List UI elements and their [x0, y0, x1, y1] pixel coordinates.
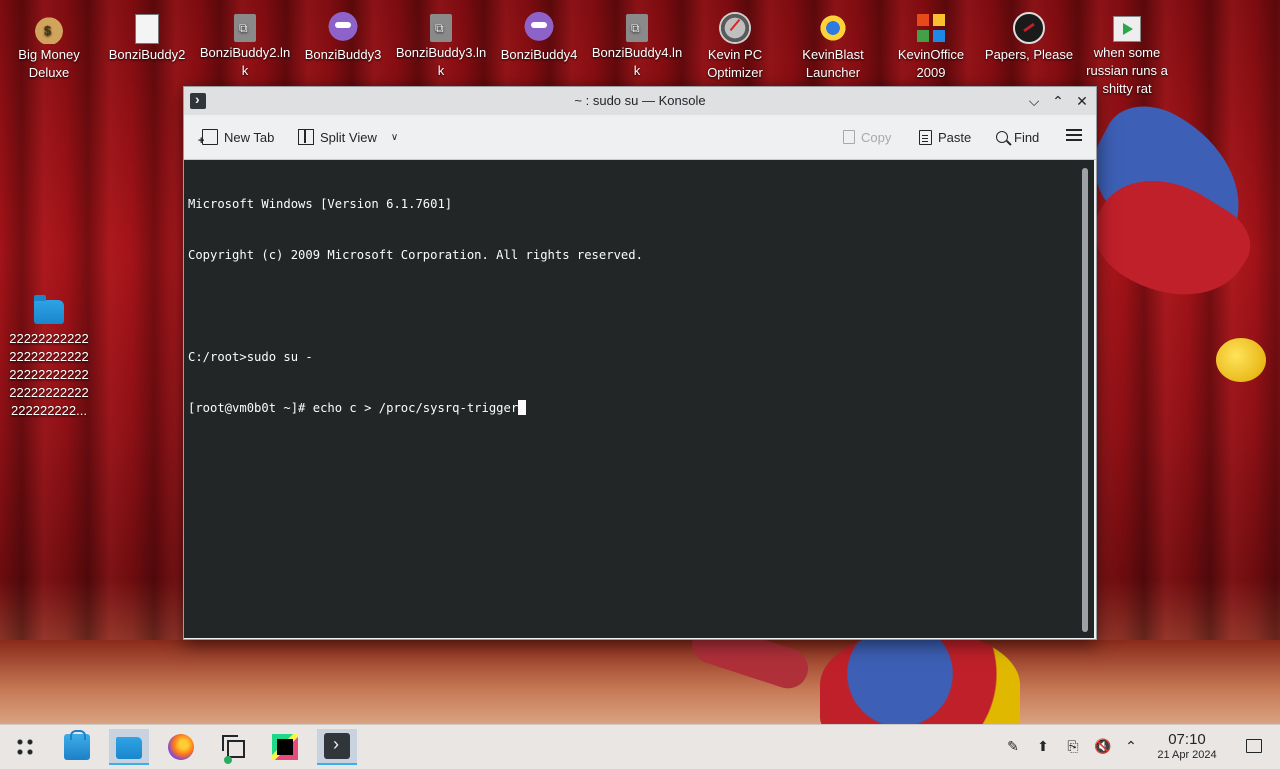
desktop-icon-russian-rat-video[interactable]: when some russian runs a shitty rat	[1079, 6, 1175, 98]
paste-icon	[919, 129, 932, 145]
shortcut-file-icon	[234, 14, 256, 42]
taskbar: ✎ ⬆ ⎘ 🔇 ⌃ 07:10 21 Apr 2024	[0, 724, 1280, 769]
desktop-icon-label: 22222222222 22222222222 22222222222 2222…	[9, 331, 89, 418]
copy-label: Copy	[861, 129, 892, 145]
application-launcher-button[interactable]	[5, 729, 45, 765]
terminal-prompt-line: [root@vm0b0t ~]# echo c > /proc/sysrq-tr…	[188, 400, 1094, 417]
bonzi-gorilla-icon	[523, 12, 555, 44]
taskbar-app-discover[interactable]	[57, 729, 97, 765]
store-icon	[64, 730, 90, 760]
scrollbar-thumb[interactable]	[1082, 168, 1088, 632]
taskbar-app-window-switcher[interactable]	[213, 729, 253, 765]
taskbar-app-pycharm[interactable]	[265, 729, 305, 765]
tray-pen-icon[interactable]: ✎	[1004, 737, 1022, 755]
tray-expand-icon[interactable]: ⌃	[1122, 737, 1140, 755]
maximize-button[interactable]: ⌃	[1048, 91, 1068, 111]
desktop-icon-bonzibuddy3-lnk[interactable]: BonziBuddy3.lnk	[393, 6, 489, 80]
desktop-icon-label: BonziBuddy3	[304, 47, 382, 62]
office-icon	[915, 12, 947, 44]
desktop-icon-kevin-pc-optimizer[interactable]: Kevin PC Optimizer	[687, 6, 783, 82]
launcher-icon	[12, 734, 38, 760]
pycharm-icon	[272, 734, 298, 760]
taskbar-app-dolphin[interactable]	[109, 729, 149, 765]
konsole-toolbar: New Tab Split View ∨ Copy Paste Find	[184, 115, 1096, 160]
chevron-down-icon: ⌵	[1028, 93, 1040, 109]
shortcut-file-icon	[626, 14, 648, 42]
taskbar-app-konsole[interactable]	[317, 729, 357, 765]
folder-icon	[116, 737, 142, 759]
desktop-icon-bonzibuddy4[interactable]: BonziBuddy4	[491, 6, 587, 64]
desktop-icon-label: Papers, Please	[984, 47, 1074, 62]
konsole-window[interactable]: ~ : sudo su — Konsole ⌵ ⌃ ✕ New Tab Spli…	[183, 86, 1097, 640]
desktop-icon-label: Big Money Deluxe	[18, 47, 80, 80]
window-titlebar[interactable]: ~ : sudo su — Konsole ⌵ ⌃ ✕	[184, 87, 1096, 115]
desktop-icon-bonzibuddy2-lnk[interactable]: BonziBuddy2.lnk	[197, 6, 293, 80]
shortcut-file-icon	[430, 14, 452, 42]
split-view-button[interactable]: Split View ∨	[298, 126, 398, 148]
minimize-button[interactable]: ⌵	[1024, 91, 1044, 111]
text-cursor	[518, 400, 527, 415]
terminal-line: C:/root>sudo su -	[188, 350, 313, 364]
desktop-icon-kevinblast-launcher[interactable]: KevinBlast Launcher	[785, 6, 881, 82]
search-icon	[996, 131, 1008, 143]
copy-icon	[843, 130, 855, 144]
find-button[interactable]: Find	[996, 126, 1039, 148]
video-file-icon	[1113, 16, 1141, 42]
desktop-folder-2222[interactable]: 22222222222 22222222222 22222222222 2222…	[1, 290, 97, 420]
window-title: ~ : sudo su — Konsole	[574, 93, 706, 108]
desktop-icon-label: KevinBlast Launcher	[802, 47, 864, 80]
show-desktop-icon[interactable]	[1246, 739, 1262, 753]
bonzi-gorilla-icon	[327, 12, 359, 44]
close-button[interactable]: ✕	[1072, 91, 1092, 111]
clock-time: 07:10	[1168, 731, 1206, 748]
taskbar-app-firefox[interactable]	[161, 729, 201, 765]
chevron-up-icon: ⌃	[1052, 93, 1064, 109]
windows-icon	[222, 735, 245, 764]
money-bag-icon	[33, 12, 65, 44]
digital-clock[interactable]: 07:10 21 Apr 2024	[1148, 731, 1226, 762]
desktop-icon-label: BonziBuddy2.lnk	[199, 45, 291, 78]
desktop-icon-kevinoffice-2009[interactable]: KevinOffice 2009	[883, 6, 979, 82]
desktop-icon-papers-please[interactable]: Papers, Please	[981, 6, 1077, 64]
desktop-icon-label: BonziBuddy2	[108, 47, 186, 62]
clock-date: 21 Apr 2024	[1157, 749, 1217, 761]
new-tab-button[interactable]: New Tab	[198, 126, 275, 148]
desktop-icon-label: Kevin PC Optimizer	[707, 47, 763, 80]
document-icon	[135, 14, 159, 44]
blast-icon	[817, 12, 849, 44]
desktop-icon-bonzibuddy4-lnk[interactable]: BonziBuddy4.lnk	[589, 6, 685, 80]
desktop-icon-label: BonziBuddy4.lnk	[591, 45, 683, 78]
copy-button[interactable]: Copy	[843, 126, 891, 148]
terminal-line: Copyright (c) 2009 Microsoft Corporation…	[188, 248, 643, 262]
terminal-scrollbar[interactable]	[1082, 168, 1088, 632]
tray-update-icon[interactable]: ⬆	[1034, 737, 1052, 755]
terminal-command: [root@vm0b0t ~]# echo c > /proc/sysrq-tr…	[188, 401, 519, 415]
desktop-icon-label: BonziBuddy4	[500, 47, 578, 62]
new-tab-label: New Tab	[224, 129, 275, 145]
desktop-icon-label: KevinOffice 2009	[897, 47, 965, 80]
split-view-icon	[298, 129, 314, 145]
paste-label: Paste	[938, 129, 972, 145]
folder-icon	[34, 295, 64, 324]
desktop-icon-big-money-deluxe[interactable]: Big Money Deluxe	[1, 6, 97, 82]
papers-please-icon	[1013, 12, 1045, 44]
find-label: Find	[1014, 129, 1040, 145]
chevron-down-icon[interactable]: ∨	[391, 132, 398, 143]
new-tab-icon	[198, 129, 218, 147]
konsole-icon	[324, 733, 350, 759]
desktop-icon-label: BonziBuddy3.lnk	[395, 45, 487, 78]
tray-clipboard-icon[interactable]: ⎘	[1064, 737, 1082, 755]
desktop-icon-bonzibuddy2[interactable]: BonziBuddy2	[99, 6, 195, 64]
tray-volume-muted-icon[interactable]: 🔇	[1094, 737, 1112, 755]
desktop-icon-bonzibuddy3[interactable]: BonziBuddy3	[295, 6, 391, 64]
hamburger-menu-icon[interactable]	[1066, 129, 1082, 141]
close-icon: ✕	[1076, 93, 1088, 109]
terminal-output[interactable]: Microsoft Windows [Version 6.1.7601] Cop…	[184, 160, 1094, 638]
firefox-icon	[168, 734, 194, 760]
terminal-line: Microsoft Windows [Version 6.1.7601]	[188, 197, 453, 211]
paste-button[interactable]: Paste	[919, 126, 971, 148]
gauge-icon	[719, 12, 751, 44]
split-view-label: Split View	[320, 129, 377, 145]
